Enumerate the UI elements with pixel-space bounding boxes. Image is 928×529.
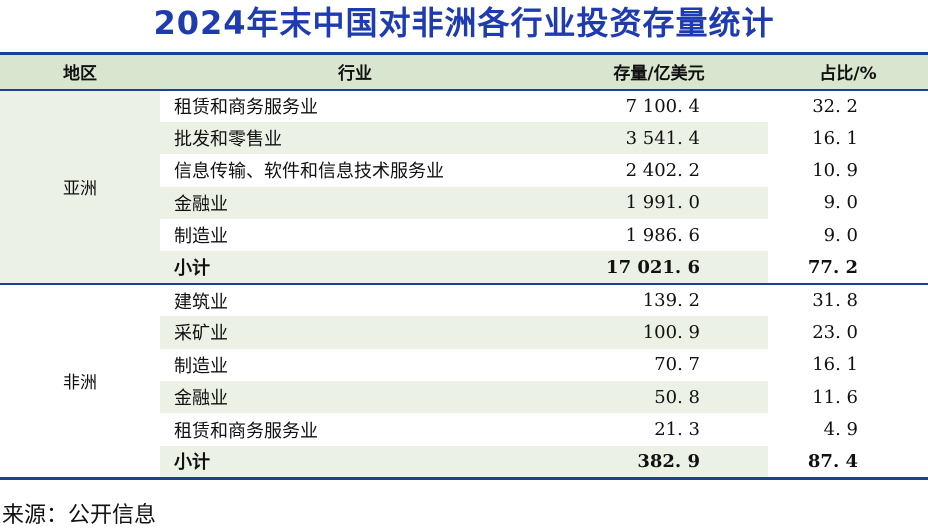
industry-cell: 小计: [160, 445, 550, 479]
share-cell: 31. 8: [812, 290, 858, 312]
header-share: 占比/%: [819, 64, 877, 85]
share-cell: 16. 1: [812, 127, 858, 149]
table-row: 亚洲 租赁和商务服务业 7 100. 4 32. 2: [0, 89, 928, 284]
industry-cell: 金融业: [160, 381, 550, 414]
header-stock: 存量/亿美元: [613, 64, 705, 85]
industry-cell: 租赁和商务服务业: [174, 97, 318, 119]
industry-cell: 金融业: [160, 186, 550, 220]
source-note: 来源：公开信息: [2, 503, 157, 528]
stock-cell: 2 402. 2: [625, 159, 700, 181]
share-cell: 10. 9: [812, 159, 858, 181]
share-cell: 32. 2: [812, 95, 858, 117]
industry-cell: 制造业: [174, 355, 228, 377]
share-cell: 23. 0: [812, 321, 858, 343]
header-region: 地区: [63, 64, 97, 85]
share-cell: 77. 2: [807, 256, 858, 278]
stock-cell: 50. 8: [550, 381, 768, 414]
industry-cell: 批发和零售业: [160, 121, 550, 155]
investment-table: 地区 行业 存量/亿美元 占比/% 亚洲 租赁和商务服务业 7 100. 4 3…: [0, 52, 928, 480]
industry-cell: 小计: [160, 251, 550, 284]
stock-cell: 70. 7: [654, 354, 700, 376]
stock-cell: 17 021. 6: [550, 251, 768, 284]
group-africa: 非洲 建筑业 139. 2 31. 8 采矿业 100. 9 23. 0 制造业…: [0, 283, 928, 479]
industry-cell: 建筑业: [174, 291, 228, 313]
stock-cell: 139. 2: [642, 290, 700, 312]
industry-cell: 信息传输、软件和信息技术服务业: [174, 161, 444, 183]
stock-cell: 100. 9: [550, 316, 768, 349]
stock-cell: 7 100. 4: [625, 95, 700, 117]
share-cell: 11. 6: [812, 386, 858, 408]
region-label: 亚洲: [0, 89, 160, 284]
group-asia: 亚洲 租赁和商务服务业 7 100. 4 32. 2 批发和零售业 3 541.…: [0, 89, 928, 284]
industry-cell: 采矿业: [160, 316, 550, 349]
stock-cell: 3 541. 4: [550, 121, 768, 155]
stock-cell: 1 986. 6: [625, 224, 700, 246]
table-header: 地区 行业 存量/亿美元 占比/%: [0, 53, 928, 90]
region-label: 非洲: [0, 283, 160, 479]
stock-cell: 382. 9: [550, 445, 768, 479]
share-cell: 4. 9: [823, 419, 858, 441]
page-title: 2024年末中国对非洲各行业投资存量统计: [153, 4, 775, 42]
share-cell: 9. 0: [823, 192, 858, 214]
industry-cell: 租赁和商务服务业: [174, 420, 318, 442]
industry-cell: 制造业: [174, 226, 228, 248]
stock-cell: 1 991. 0: [550, 186, 768, 220]
table-row: 非洲 建筑业 139. 2 31. 8: [0, 283, 928, 479]
share-cell: 9. 0: [823, 224, 858, 246]
share-cell: 87. 4: [807, 450, 858, 472]
header-industry: 行业: [338, 64, 372, 85]
stock-cell: 21. 3: [654, 419, 700, 441]
share-cell: 16. 1: [812, 354, 858, 376]
